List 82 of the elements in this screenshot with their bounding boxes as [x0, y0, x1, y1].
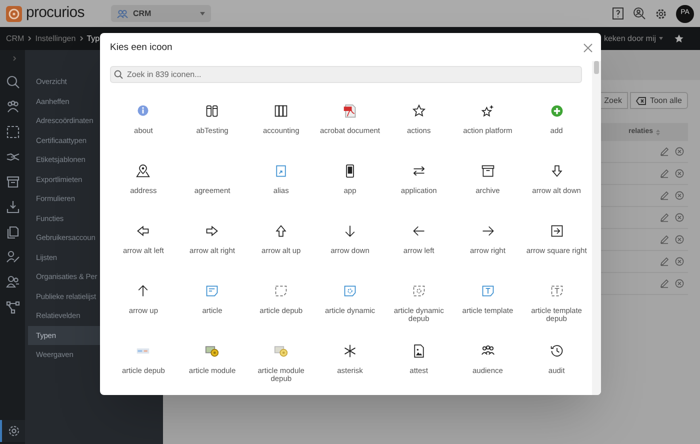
star-icon [412, 104, 426, 118]
logo-text: procurios [26, 3, 84, 24]
network-icon [6, 300, 20, 314]
swap-arrows-icon [412, 164, 426, 178]
arrow-left-outline-icon [136, 224, 150, 238]
breadcrumb-link[interactable]: Typ [86, 32, 100, 44]
breadcrumb-link[interactable]: CRM [6, 32, 24, 44]
note-gear-icon [342, 284, 357, 298]
delete-circle-icon[interactable] [675, 191, 684, 200]
dashed-note-icon [274, 284, 288, 298]
caret-icon [200, 12, 205, 16]
arrow-down-outline-icon [550, 164, 564, 178]
map-pin-icon [136, 164, 150, 178]
caret-icon [659, 37, 663, 40]
scrollbar-thumb[interactable] [594, 61, 599, 74]
dashed-note-gear-icon [412, 284, 426, 298]
recent-dropdown[interactable]: keken door mij [604, 32, 656, 44]
search-field[interactable]: Zoek in 839 iconen... [110, 66, 582, 83]
rail-button[interactable] [0, 420, 25, 442]
users-icon [6, 275, 20, 289]
archive-box-icon [480, 164, 495, 178]
delete-circle-icon[interactable] [675, 169, 684, 178]
people-icon [117, 10, 128, 18]
help-book-icon[interactable] [612, 7, 624, 20]
module-coin-faded-icon [274, 344, 288, 358]
arrow-right-outline-icon [205, 224, 220, 238]
delete-circle-icon[interactable] [675, 279, 684, 288]
documents-icon [6, 225, 20, 239]
dashed-square-icon [6, 125, 20, 139]
clear-icon [636, 96, 646, 104]
sort-icon[interactable] [656, 128, 660, 136]
binders-icon [274, 104, 288, 118]
settings-icon[interactable] [655, 8, 667, 20]
note-icon [205, 284, 220, 298]
arrow-down-icon [342, 224, 357, 238]
settings-icon [6, 424, 20, 438]
dashed-note-t-icon [550, 284, 564, 298]
arrow-right-icon [480, 224, 495, 238]
arrow-square-right-icon [550, 224, 564, 238]
note-t-icon [480, 284, 495, 298]
search-icon [6, 75, 20, 89]
app-switcher[interactable]: CRM [111, 5, 211, 22]
delete-circle-icon[interactable] [675, 235, 684, 244]
arrow-up-outline-icon [274, 224, 288, 238]
people-icon [6, 100, 20, 114]
delete-circle-icon[interactable] [675, 257, 684, 266]
archive-box-icon [6, 175, 20, 189]
user-search-icon[interactable] [633, 7, 646, 20]
breadcrumb-link[interactable]: Instellingen [35, 32, 76, 44]
history-clock-icon [550, 344, 564, 358]
download-tray-icon [6, 200, 20, 214]
dialog-title: Kies een icoon [110, 40, 172, 55]
star-icon[interactable] [674, 34, 684, 43]
edit-pencil-icon[interactable] [660, 191, 669, 200]
search-icon [114, 70, 123, 79]
expand-chevron-icon[interactable] [13, 56, 16, 61]
arrow-up-icon [136, 284, 150, 298]
search-button[interactable]: Zoek [598, 92, 628, 109]
edit-pencil-icon[interactable] [660, 257, 669, 266]
edit-pencil-icon[interactable] [660, 147, 669, 156]
module-coin-icon [205, 344, 220, 358]
edit-pencil-icon[interactable] [660, 235, 669, 244]
test-tubes-icon [205, 104, 220, 118]
logo-icon [6, 6, 22, 22]
close-icon[interactable] [583, 43, 593, 53]
delete-circle-icon[interactable] [675, 147, 684, 156]
info-bubble-icon [136, 104, 150, 118]
sparkle-star-icon [480, 104, 495, 118]
user-edit-icon [6, 250, 20, 264]
delete-circle-icon[interactable] [675, 213, 684, 222]
image-document-icon [412, 344, 426, 358]
edit-pencil-icon[interactable] [660, 213, 669, 222]
chevron-icon [80, 36, 83, 41]
chevron-icon [28, 36, 32, 41]
show-all-button[interactable]: Toon alle [630, 92, 688, 109]
plus-circle-icon [550, 104, 564, 118]
arrow-left-icon [412, 224, 426, 238]
edit-pencil-icon[interactable] [660, 169, 669, 178]
document-link-icon [274, 164, 288, 178]
edit-pencil-icon[interactable] [660, 279, 669, 288]
pdf-document-icon [342, 104, 357, 118]
asterisk-icon [342, 344, 357, 358]
